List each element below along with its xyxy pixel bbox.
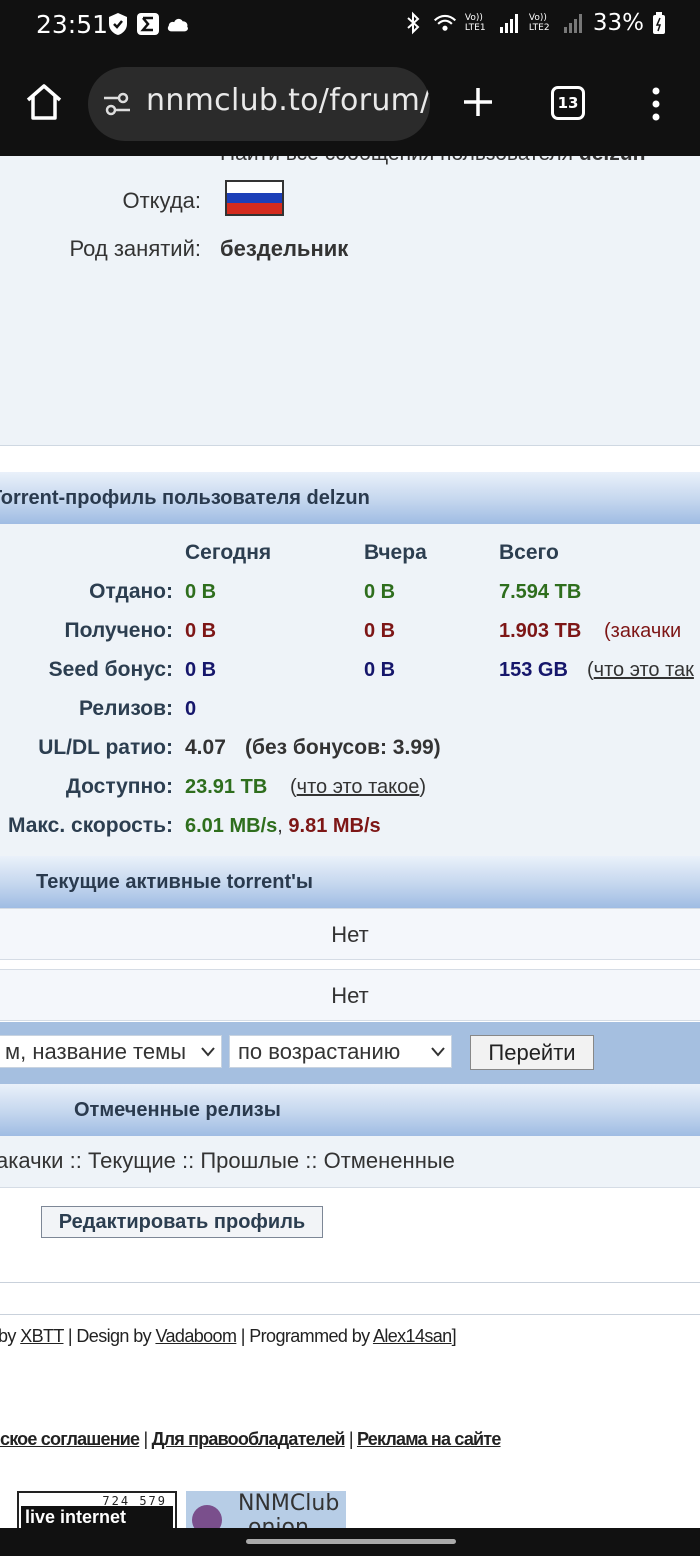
max-speed-down: 9.81 MB/s: [288, 815, 381, 837]
chevron-down-icon: [201, 1047, 215, 1057]
downloaded-note[interactable]: (закачки: [604, 620, 681, 643]
copyright-holders-link[interactable]: Для правообладателей: [152, 1429, 346, 1449]
status-right: Vo)) LTE1 Vo)) LTE2 33%: [401, 10, 666, 36]
marked-releases-header: Отмеченные релизы: [0, 1084, 700, 1136]
col-total: Всего: [499, 541, 559, 564]
onion-badge[interactable]: NNMClub onion: [186, 1491, 346, 1528]
home-gesture-handle[interactable]: [246, 1539, 456, 1544]
occupation-value: бездельник: [220, 236, 349, 261]
releases-value: 0: [185, 698, 197, 720]
divider: [0, 1314, 700, 1315]
marked-link-downloads[interactable]: акачки: [0, 1148, 63, 1173]
footer-links: ское соглашение | Для правообладателей |…: [0, 1429, 501, 1449]
active-row-1: Нет: [0, 908, 700, 960]
tab-switcher-button[interactable]: 13: [551, 86, 585, 120]
find-posts-link[interactable]: Найти все сообщения пользователя delzun: [220, 156, 645, 166]
go-button[interactable]: Перейти: [470, 1035, 594, 1070]
battery-percent: 33%: [592, 10, 644, 36]
max-speed-values: 6.01 MB/s, 9.81 MB/s: [185, 815, 381, 837]
marked-link-past[interactable]: Прошлые: [200, 1148, 299, 1173]
tab-count: 13: [557, 94, 579, 112]
chevron-down-icon: [431, 1047, 445, 1057]
status-bar: 23:51 Vo)) LTE1 Vo)) LTE2 33%: [0, 0, 700, 52]
max-speed-up: 6.01 MB/s: [185, 815, 278, 837]
xbtt-link[interactable]: XBTT: [20, 1326, 64, 1346]
profile-panel: Найти все сообщения пользователя delzun …: [0, 156, 700, 446]
marked-link-current[interactable]: Текущие: [88, 1148, 176, 1173]
downloaded-today: 0 B: [185, 620, 217, 642]
address-bar[interactable]: nnmclub.to/forum/: [88, 67, 430, 141]
sim2-label: Vo)) LTE2: [528, 13, 550, 33]
cloud-icon: [166, 12, 190, 36]
uploaded-yesterday: 0 B: [364, 581, 396, 603]
ratio-note: (без бонусов: 3.99): [245, 736, 441, 759]
new-tab-icon[interactable]: [458, 80, 498, 124]
available-what-is-link[interactable]: что это такое: [297, 776, 420, 798]
vadaboom-link[interactable]: Vadaboom: [155, 1326, 237, 1346]
releases-label: Релизов:: [78, 697, 173, 720]
from-label: Откуда:: [122, 188, 201, 213]
col-today: Сегодня: [185, 541, 272, 564]
signal-icon: [497, 11, 521, 35]
alex14san-link[interactable]: Alex14san: [373, 1326, 452, 1346]
marked-links-row: акачки :: Текущие :: Прошлые :: Отмененн…: [0, 1136, 700, 1188]
more-menu-icon[interactable]: [644, 84, 668, 124]
credits-line: by XBTT | Design by Vadaboom | Programme…: [0, 1326, 457, 1346]
tor-onion-icon: [192, 1505, 222, 1528]
col-yesterday: Вчера: [364, 541, 427, 564]
notification-icons: [106, 12, 190, 36]
edit-profile-button[interactable]: Редактировать профиль: [41, 1206, 323, 1238]
downloaded-total: 1.903 TB: [499, 620, 582, 642]
browser-toolbar: nnmclub.to/forum/ 13: [0, 52, 700, 156]
available-info: (что это такое): [290, 776, 427, 798]
wifi-icon: [433, 11, 457, 35]
liveinternet-counter[interactable]: 724 579 live internet: [17, 1491, 177, 1528]
marked-link-cancelled[interactable]: Отмененные: [324, 1148, 455, 1173]
advertising-link[interactable]: Реклама на сайте: [357, 1429, 501, 1449]
downloaded-yesterday: 0 B: [364, 620, 396, 642]
ratio-label: UL/DL ратио:: [38, 736, 173, 759]
clock: 23:51: [36, 10, 109, 39]
max-speed-label: Макс. скорость:: [8, 814, 173, 837]
system-nav-bar: [0, 1528, 700, 1556]
shield-icon: [106, 12, 130, 36]
torrent-profile-header: Torrent-профиль пользователя delzun: [0, 472, 700, 524]
home-icon[interactable]: [22, 80, 66, 124]
agreement-link[interactable]: ское соглашение: [0, 1429, 140, 1449]
page-content: Найти все сообщения пользователя delzun …: [0, 156, 700, 1528]
bluetooth-icon: [401, 11, 425, 35]
site-settings-icon[interactable]: [102, 89, 132, 119]
active-torrents-header: Текущие активные torrent'ы: [0, 856, 700, 908]
sim1-label: Vo)) LTE1: [464, 13, 486, 33]
seed-bonus-label: Seed бонус:: [48, 658, 173, 681]
seed-yesterday: 0 B: [364, 659, 396, 681]
seed-total: 153 GB: [499, 659, 568, 681]
seed-what-is-link[interactable]: что это так: [594, 659, 694, 681]
sigma-icon: [136, 12, 160, 36]
uploaded-today: 0 B: [185, 581, 217, 603]
occupation-label: Род занятий:: [69, 236, 201, 261]
ratio-value: 4.07: [185, 736, 226, 759]
uploaded-total: 7.594 TB: [499, 581, 582, 603]
battery-icon: [652, 11, 666, 35]
signal-weak-icon: [561, 11, 585, 35]
torrent-stats-table: Сегодня Вчера Всего Отдано: 0 B 0 B 7.59…: [0, 524, 700, 856]
active-row-2: Нет: [0, 969, 700, 1021]
downloaded-label: Получено:: [64, 619, 173, 642]
available-value: 23.91 TB: [185, 776, 268, 798]
russia-flag-icon: [225, 180, 284, 216]
sort-bar: м, название темы по возрастанию Перейти: [0, 1022, 700, 1084]
sort-order-select[interactable]: по возрастанию: [229, 1035, 452, 1068]
available-label: Доступно:: [65, 775, 173, 798]
url-text[interactable]: nnmclub.to/forum/: [146, 83, 430, 118]
uploaded-label: Отдано:: [89, 580, 173, 603]
divider: [0, 1282, 700, 1283]
seed-info: (что это так: [587, 659, 694, 681]
seed-today: 0 B: [185, 659, 217, 681]
sort-field-select[interactable]: м, название темы: [0, 1035, 222, 1068]
